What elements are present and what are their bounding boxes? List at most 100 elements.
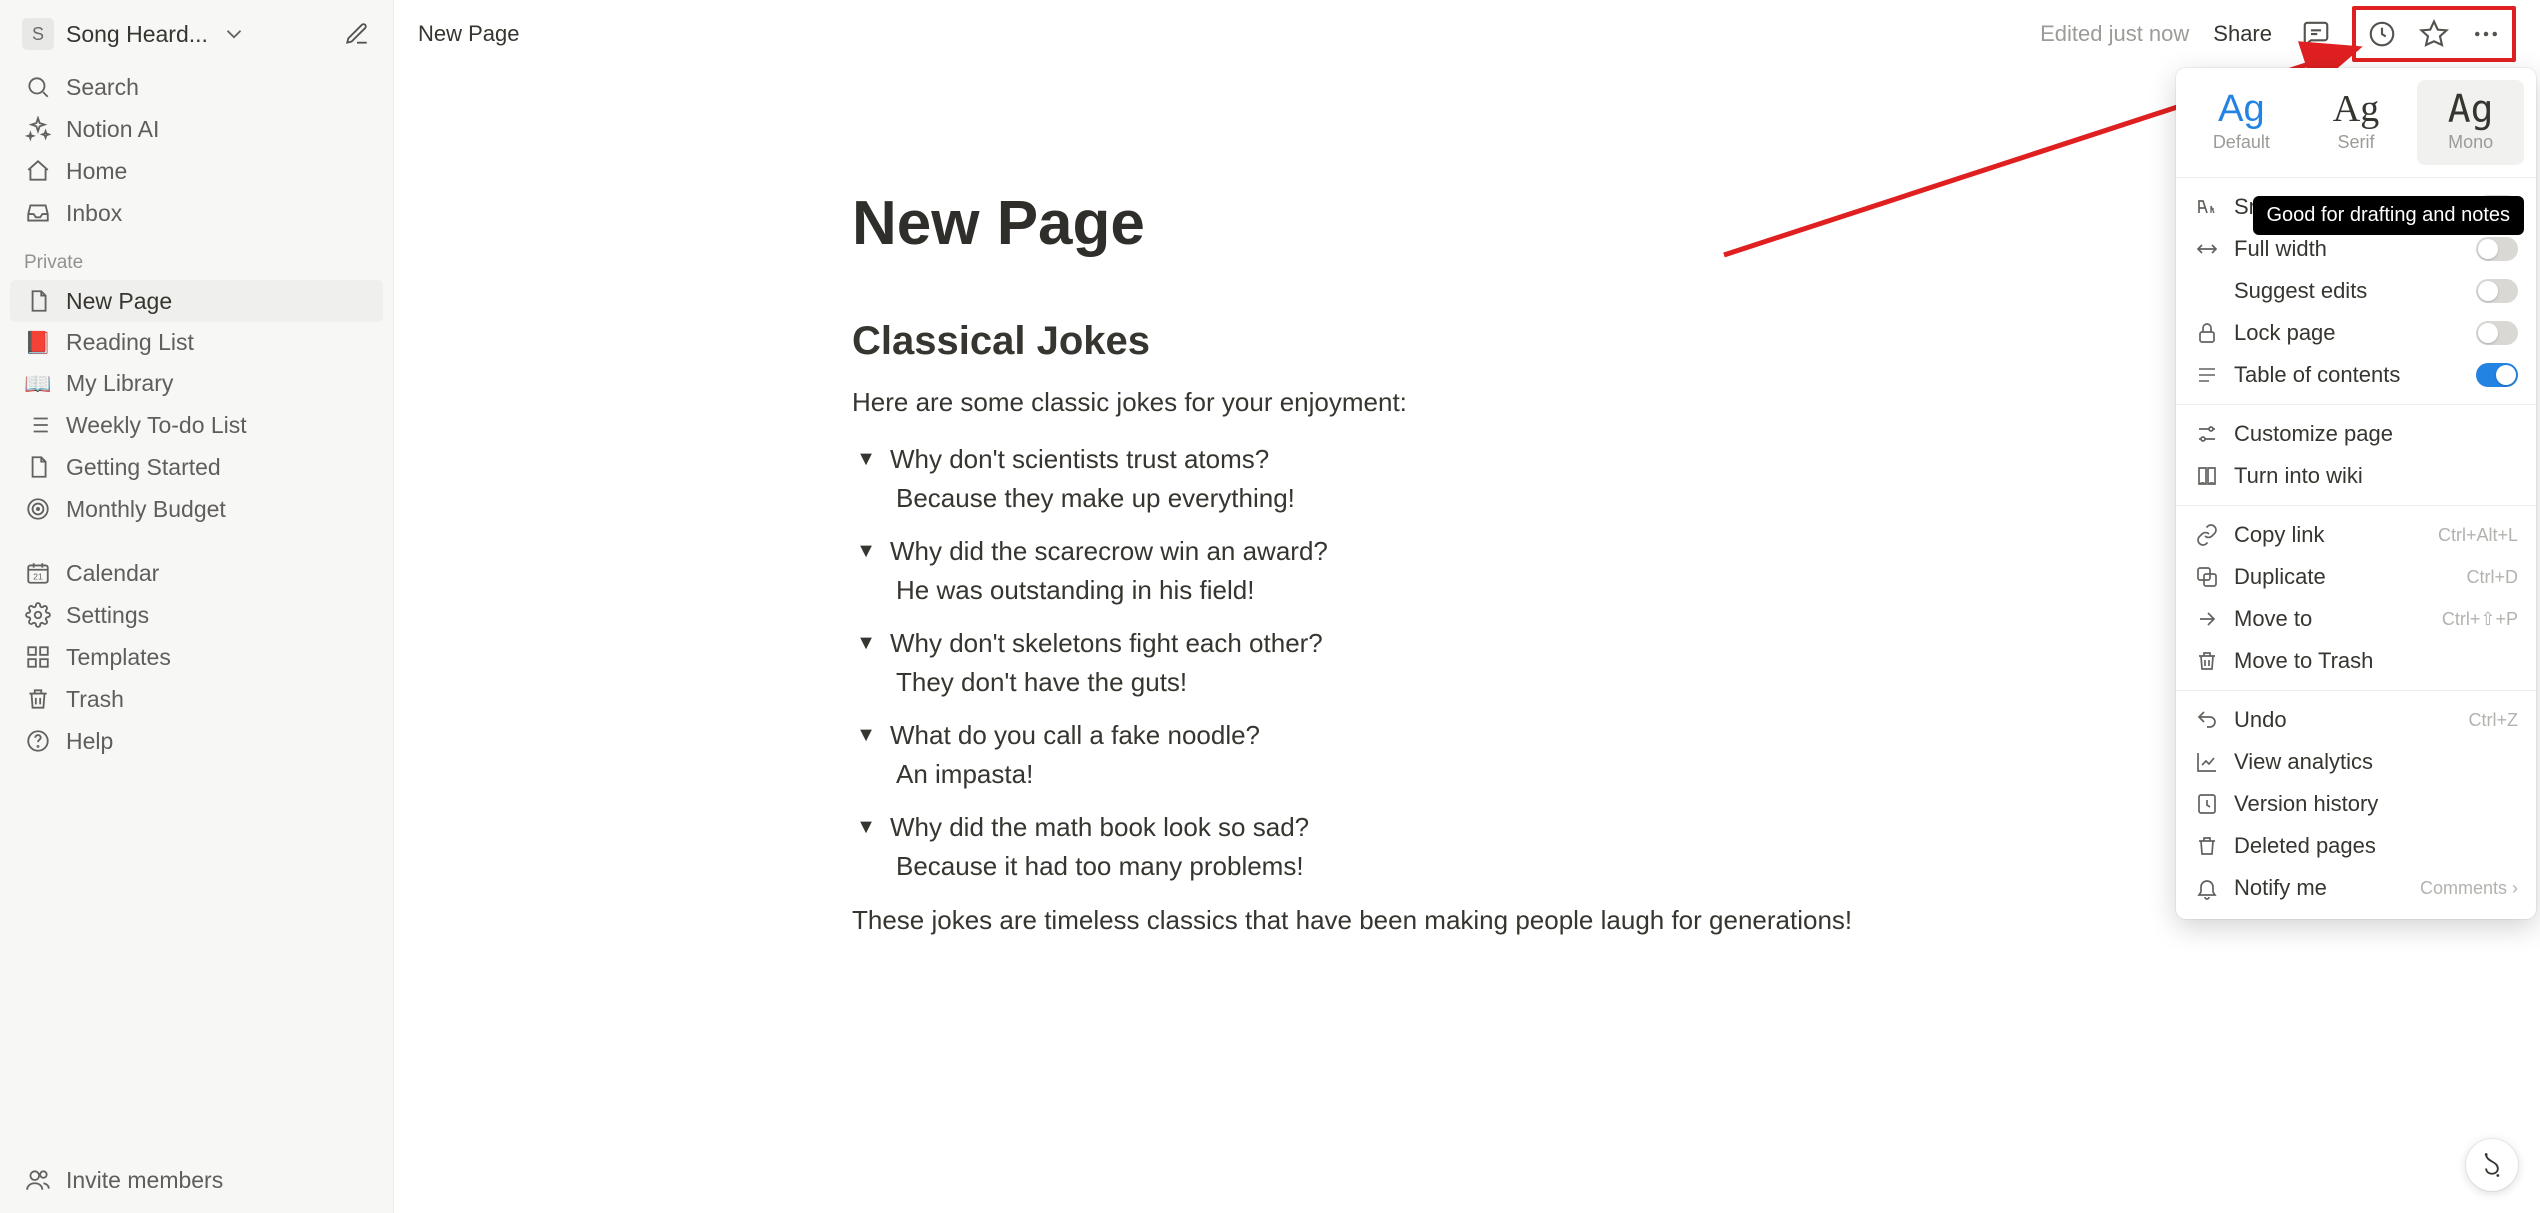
- panel-action-hint: Ctrl+Alt+L: [2438, 525, 2518, 546]
- search-icon: [24, 73, 52, 101]
- sidebar-settings[interactable]: Settings: [10, 594, 383, 636]
- font-option-serif[interactable]: Ag Serif: [2303, 80, 2410, 165]
- comments-button[interactable]: [2294, 12, 2338, 56]
- compose-icon[interactable]: [343, 20, 371, 48]
- toggle-switch[interactable]: [2476, 363, 2518, 387]
- panel-action-undo[interactable]: Undo Ctrl+Z: [2176, 699, 2536, 741]
- panel-toggle-lock page[interactable]: Lock page: [2176, 312, 2536, 354]
- sidebar-nav-notion ai[interactable]: Notion AI: [10, 108, 383, 150]
- doc-outro[interactable]: These jokes are timeless classics that h…: [852, 900, 2082, 942]
- breadcrumb[interactable]: New Page: [418, 21, 520, 47]
- sidebar-templates[interactable]: Templates: [10, 636, 383, 678]
- sidebar-page-getting started[interactable]: Getting Started: [10, 446, 383, 488]
- toggle-block[interactable]: ▼ What do you call a fake noodle? An imp…: [852, 716, 2082, 800]
- panel-action-version history[interactable]: Version history: [2176, 783, 2536, 825]
- sidebar-page-new page[interactable]: New Page: [10, 280, 383, 322]
- toggle-block[interactable]: ▼ Why did the scarecrow win an award? He…: [852, 532, 2082, 616]
- panel-action-hint: Ctrl+Z: [2469, 710, 2519, 731]
- undo-icon: [2194, 707, 2220, 733]
- sidebar-nav-home[interactable]: Home: [10, 150, 383, 192]
- sidebar-invite-label: Invite members: [66, 1167, 223, 1194]
- sidebar-page-monthly budget[interactable]: Monthly Budget: [10, 488, 383, 530]
- panel-action-label: View analytics: [2234, 749, 2518, 775]
- toggle-block[interactable]: ▼ Why did the math book look so sad? Bec…: [852, 808, 2082, 892]
- sidebar-nav-search[interactable]: Search: [10, 66, 383, 108]
- ai-fab-button[interactable]: [2466, 1139, 2518, 1191]
- toggle-answer[interactable]: An impasta!: [852, 755, 2082, 800]
- toc-icon: [2194, 362, 2220, 388]
- page-emoji: 📖: [24, 371, 52, 397]
- toggle-arrow-icon[interactable]: ▼: [852, 628, 880, 655]
- list-icon: [24, 411, 52, 439]
- sidebar-page-label: My Library: [66, 370, 173, 397]
- font-sample: Ag: [2421, 90, 2520, 128]
- panel-action-turn into wiki[interactable]: Turn into wiki: [2176, 455, 2536, 497]
- panel-action-deleted pages[interactable]: Deleted pages: [2176, 825, 2536, 867]
- fullwidth-icon: [2194, 236, 2220, 262]
- toggle-block[interactable]: ▼ Why don't skeletons fight each other? …: [852, 624, 2082, 708]
- sidebar-bottom-label: Trash: [66, 686, 124, 713]
- toggle-arrow-icon[interactable]: ▼: [852, 812, 880, 839]
- panel-action-label: Version history: [2234, 791, 2518, 817]
- toggle-answer[interactable]: They don't have the guts!: [852, 663, 2082, 708]
- calendar-icon: [24, 559, 52, 587]
- doc-heading[interactable]: Classical Jokes: [852, 319, 2082, 364]
- panel-toggle-table of contents[interactable]: Table of contents: [2176, 354, 2536, 396]
- toggle-switch[interactable]: [2476, 279, 2518, 303]
- toggle-switch[interactable]: [2476, 237, 2518, 261]
- toggle-question[interactable]: Why did the scarecrow win an award?: [890, 536, 1328, 567]
- toggle-arrow-icon[interactable]: ▼: [852, 536, 880, 563]
- panel-action-hint: Comments ›: [2420, 878, 2518, 899]
- workspace-avatar: S: [22, 18, 54, 50]
- chevron-down-icon: [220, 20, 248, 48]
- toggle-arrow-icon[interactable]: ▼: [852, 444, 880, 471]
- page-title[interactable]: New Page: [852, 188, 2082, 259]
- toggle-answer[interactable]: Because they make up everything!: [852, 479, 2082, 524]
- sidebar-trash[interactable]: Trash: [10, 678, 383, 720]
- panel-action-copy link[interactable]: Copy link Ctrl+Alt+L: [2176, 514, 2536, 556]
- trash-icon: [24, 685, 52, 713]
- panel-action-label: Copy link: [2234, 522, 2424, 548]
- toggle-question[interactable]: Why don't scientists trust atoms?: [890, 444, 1269, 475]
- font-option-mono[interactable]: Ag Mono: [2417, 80, 2524, 165]
- sidebar-help[interactable]: Help: [10, 720, 383, 762]
- panel-toggle-suggest edits[interactable]: Suggest edits: [2176, 270, 2536, 312]
- sidebar-invite-members[interactable]: Invite members: [10, 1159, 383, 1201]
- panel-action-duplicate[interactable]: Duplicate Ctrl+D: [2176, 556, 2536, 598]
- sidebar-page-label: New Page: [66, 288, 172, 315]
- font-sample: Ag: [2307, 90, 2406, 128]
- inbox-icon: [24, 199, 52, 227]
- sidebar-calendar[interactable]: Calendar: [10, 552, 383, 594]
- panel-action-move to trash[interactable]: Move to Trash: [2176, 640, 2536, 682]
- updates-button[interactable]: [2360, 12, 2404, 56]
- toggle-question[interactable]: Why did the math book look so sad?: [890, 812, 1309, 843]
- favorite-button[interactable]: [2412, 12, 2456, 56]
- duplicate-icon: [2194, 564, 2220, 590]
- panel-action-label: Duplicate: [2234, 564, 2452, 590]
- sidebar-nav-inbox[interactable]: Inbox: [10, 192, 383, 234]
- panel-action-move to[interactable]: Move to Ctrl+⇧+P: [2176, 598, 2536, 640]
- more-menu-button[interactable]: [2464, 12, 2508, 56]
- toggle-question[interactable]: Why don't skeletons fight each other?: [890, 628, 1323, 659]
- toggle-switch[interactable]: [2476, 321, 2518, 345]
- toggle-answer[interactable]: Because it had too many problems!: [852, 847, 2082, 892]
- toggle-arrow-icon[interactable]: ▼: [852, 720, 880, 747]
- sidebar-page-weekly to-do list[interactable]: Weekly To-do List: [10, 404, 383, 446]
- font-option-default[interactable]: Ag Default: [2188, 80, 2295, 165]
- toggle-block[interactable]: ▼ Why don't scientists trust atoms? Beca…: [852, 440, 2082, 524]
- smalltext-icon: [2194, 194, 2220, 220]
- sidebar-page-my library[interactable]: 📖 My Library: [10, 363, 383, 404]
- toggle-question[interactable]: What do you call a fake noodle?: [890, 720, 1260, 751]
- panel-action-customize page[interactable]: Customize page: [2176, 413, 2536, 455]
- panel-action-notify me[interactable]: Notify me Comments ›: [2176, 867, 2536, 909]
- workspace-switcher[interactable]: S Song Heard...: [22, 18, 248, 50]
- sidebar-page-reading list[interactable]: 📕Reading List: [10, 322, 383, 363]
- share-button[interactable]: Share: [2213, 21, 2272, 47]
- bell-icon: [2194, 875, 2220, 901]
- sidebar-page-label: Weekly To-do List: [66, 412, 247, 439]
- panel-action-view analytics[interactable]: View analytics: [2176, 741, 2536, 783]
- document[interactable]: New Page Classical Jokes Here are some c…: [852, 188, 2082, 1213]
- doc-intro[interactable]: Here are some classic jokes for your enj…: [852, 382, 2082, 424]
- toggle-answer[interactable]: He was outstanding in his field!: [852, 571, 2082, 616]
- sidebar-nav-label: Notion AI: [66, 116, 159, 143]
